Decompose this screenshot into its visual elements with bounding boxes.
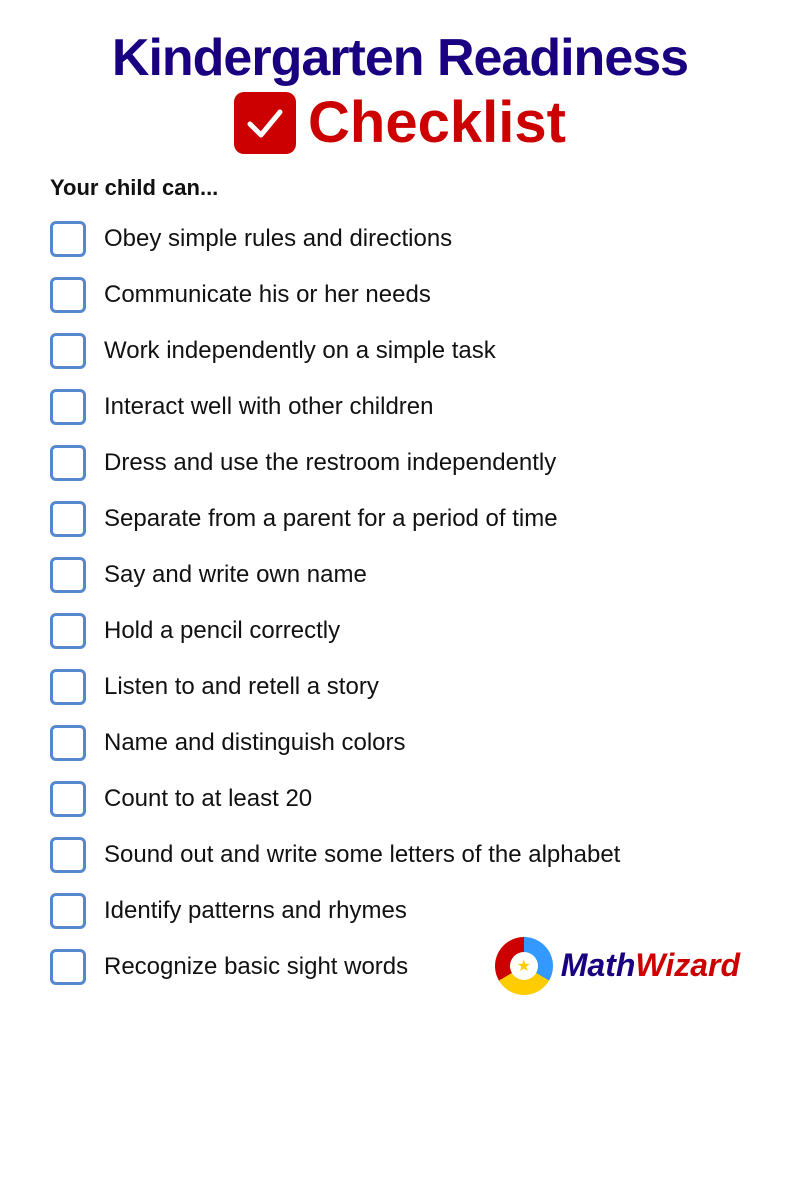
item-text: Separate from a parent for a period of t… — [104, 505, 558, 533]
checkmark-icon — [234, 92, 296, 154]
list-item: Dress and use the restroom independently — [40, 435, 760, 491]
list-item: Interact well with other children — [40, 379, 760, 435]
checkbox-8[interactable] — [50, 613, 86, 649]
logo-math-text: Math — [561, 947, 636, 983]
list-item: Recognize basic sight words ★ MathWizard — [40, 939, 760, 995]
list-item: Identify patterns and rhymes — [40, 883, 760, 939]
footer: ★ MathWizard — [495, 937, 750, 995]
item-text: Listen to and retell a story — [104, 673, 379, 701]
list-item: Name and distinguish colors — [40, 715, 760, 771]
item-text: Say and write own name — [104, 561, 367, 589]
checkbox-10[interactable] — [50, 725, 86, 761]
logo-inner: ★ — [510, 952, 538, 980]
logo-wizard-text: Wizard — [635, 947, 740, 983]
logo-text: MathWizard — [561, 947, 740, 984]
list-item: Listen to and retell a story — [40, 659, 760, 715]
logo-icon: ★ — [495, 937, 553, 995]
item-text: Work independently on a simple task — [104, 337, 496, 365]
checkbox-2[interactable] — [50, 277, 86, 313]
item-text: Recognize basic sight words — [104, 953, 408, 981]
logo-star: ★ — [517, 956, 531, 976]
checkbox-11[interactable] — [50, 781, 86, 817]
list-item: Obey simple rules and directions — [40, 211, 760, 267]
subtitle: Your child can... — [50, 175, 760, 201]
list-item: Sound out and write some letters of the … — [40, 827, 760, 883]
list-item: Communicate his or her needs — [40, 267, 760, 323]
item-text: Dress and use the restroom independently — [104, 449, 556, 477]
checkbox-6[interactable] — [50, 501, 86, 537]
item-text: Sound out and write some letters of the … — [104, 841, 620, 869]
checkbox-3[interactable] — [50, 333, 86, 369]
item-text: Obey simple rules and directions — [104, 225, 452, 253]
list-item: Hold a pencil correctly — [40, 603, 760, 659]
checkbox-9[interactable] — [50, 669, 86, 705]
item-text: Communicate his or her needs — [104, 281, 431, 309]
checkbox-4[interactable] — [50, 389, 86, 425]
title-line2: Checklist — [40, 91, 760, 155]
list-item: Work independently on a simple task — [40, 323, 760, 379]
list-item: Say and write own name — [40, 547, 760, 603]
page-header: Kindergarten Readiness Checklist — [40, 30, 760, 155]
item-text: Interact well with other children — [104, 393, 433, 421]
item-text: Identify patterns and rhymes — [104, 897, 407, 925]
item-text: Count to at least 20 — [104, 785, 312, 813]
checklist: Obey simple rules and directions Communic… — [40, 211, 760, 995]
checkbox-12[interactable] — [50, 837, 86, 873]
checkbox-5[interactable] — [50, 445, 86, 481]
checkbox-13[interactable] — [50, 893, 86, 929]
checkbox-1[interactable] — [50, 221, 86, 257]
checkbox-14[interactable] — [50, 949, 86, 985]
list-item: Count to at least 20 — [40, 771, 760, 827]
title-line1: Kindergarten Readiness — [40, 30, 760, 87]
item-text: Hold a pencil correctly — [104, 617, 340, 645]
list-item: Separate from a parent for a period of t… — [40, 491, 760, 547]
item-text: Name and distinguish colors — [104, 729, 406, 757]
checkbox-7[interactable] — [50, 557, 86, 593]
checklist-label: Checklist — [308, 91, 566, 155]
